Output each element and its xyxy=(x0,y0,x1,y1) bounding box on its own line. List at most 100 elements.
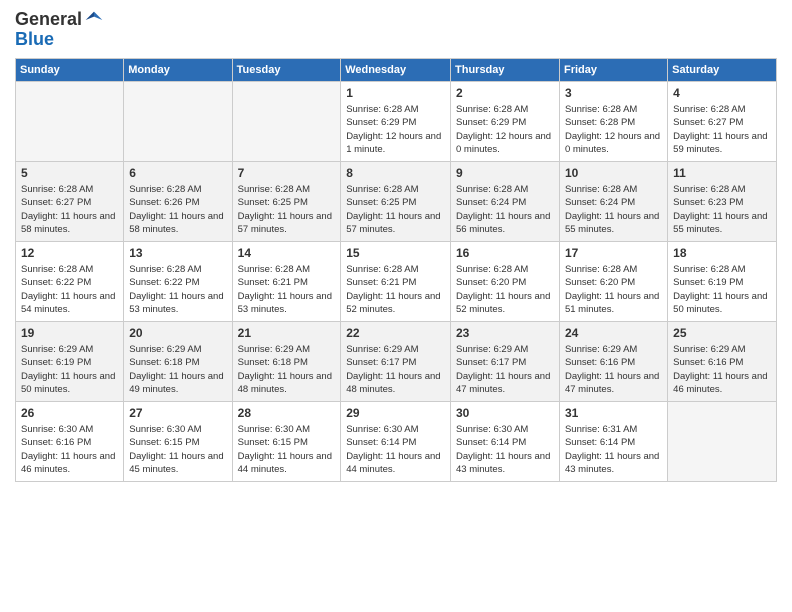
calendar-day-cell: 17 Sunrise: 6:28 AMSunset: 6:20 PMDayligh… xyxy=(559,242,667,322)
day-info: Sunrise: 6:30 AMSunset: 6:15 PMDaylight:… xyxy=(238,423,336,476)
day-info: Sunrise: 6:29 AMSunset: 6:19 PMDaylight:… xyxy=(21,343,118,396)
day-number: 13 xyxy=(129,246,226,260)
day-of-week-header: Wednesday xyxy=(341,59,451,82)
day-number: 25 xyxy=(673,326,771,340)
day-number: 15 xyxy=(346,246,445,260)
calendar-day-cell: 7 Sunrise: 6:28 AMSunset: 6:25 PMDaylight… xyxy=(232,162,341,242)
calendar-day-cell: 15 Sunrise: 6:28 AMSunset: 6:21 PMDayligh… xyxy=(341,242,451,322)
calendar-week-row: 1 Sunrise: 6:28 AMSunset: 6:29 PMDaylight… xyxy=(16,82,777,162)
calendar-day-cell: 19 Sunrise: 6:29 AMSunset: 6:19 PMDayligh… xyxy=(16,322,124,402)
logo-general: General xyxy=(15,10,82,30)
day-info: Sunrise: 6:30 AMSunset: 6:14 PMDaylight:… xyxy=(346,423,445,476)
calendar-week-row: 19 Sunrise: 6:29 AMSunset: 6:19 PMDayligh… xyxy=(16,322,777,402)
day-info: Sunrise: 6:28 AMSunset: 6:25 PMDaylight:… xyxy=(238,183,336,236)
day-of-week-header: Friday xyxy=(559,59,667,82)
day-number: 1 xyxy=(346,86,445,100)
calendar-day-cell: 6 Sunrise: 6:28 AMSunset: 6:26 PMDaylight… xyxy=(124,162,232,242)
calendar-day-cell: 4 Sunrise: 6:28 AMSunset: 6:27 PMDaylight… xyxy=(668,82,777,162)
calendar-day-cell: 8 Sunrise: 6:28 AMSunset: 6:25 PMDaylight… xyxy=(341,162,451,242)
calendar-day-cell: 23Sunrise: 6:29 AMSunset: 6:17 PMDayligh… xyxy=(451,322,560,402)
day-info: Sunrise: 6:29 AMSunset: 6:16 PMDaylight:… xyxy=(565,343,662,396)
day-info: Sunrise: 6:28 AMSunset: 6:24 PMDaylight:… xyxy=(565,183,662,236)
day-number: 19 xyxy=(21,326,118,340)
page-container: General Blue SundayMondayTuesdayWednesda… xyxy=(0,0,792,492)
calendar-day-cell: 22 Sunrise: 6:29 AMSunset: 6:17 PMDayligh… xyxy=(341,322,451,402)
day-number: 12 xyxy=(21,246,118,260)
day-number: 4 xyxy=(673,86,771,100)
calendar-day-cell: 9 Sunrise: 6:28 AMSunset: 6:24 PMDaylight… xyxy=(451,162,560,242)
day-number: 24 xyxy=(565,326,662,340)
calendar-day-cell xyxy=(16,82,124,162)
day-number: 17 xyxy=(565,246,662,260)
day-number: 27 xyxy=(129,406,226,420)
calendar-day-cell: 10 Sunrise: 6:28 AMSunset: 6:24 PMDayligh… xyxy=(559,162,667,242)
calendar-day-cell: 14 Sunrise: 6:28 AMSunset: 6:21 PMDayligh… xyxy=(232,242,341,322)
day-info: Sunrise: 6:28 AMSunset: 6:28 PMDaylight:… xyxy=(565,103,662,156)
calendar-week-row: 5Sunrise: 6:28 AMSunset: 6:27 PMDaylight… xyxy=(16,162,777,242)
calendar-day-cell: 18 Sunrise: 6:28 AMSunset: 6:19 PMDayligh… xyxy=(668,242,777,322)
calendar-day-cell: 5Sunrise: 6:28 AMSunset: 6:27 PMDaylight… xyxy=(16,162,124,242)
calendar-day-cell: 21 Sunrise: 6:29 AMSunset: 6:18 PMDayligh… xyxy=(232,322,341,402)
day-number: 26 xyxy=(21,406,118,420)
day-number: 29 xyxy=(346,406,445,420)
day-info: Sunrise: 6:28 AMSunset: 6:26 PMDaylight:… xyxy=(129,183,226,236)
day-number: 28 xyxy=(238,406,336,420)
day-info: Sunrise: 6:28 AMSunset: 6:24 PMDaylight:… xyxy=(456,183,554,236)
day-info: Sunrise: 6:30 AMSunset: 6:16 PMDaylight:… xyxy=(21,423,118,476)
day-number: 7 xyxy=(238,166,336,180)
calendar-week-row: 12 Sunrise: 6:28 AMSunset: 6:22 PMDayligh… xyxy=(16,242,777,322)
day-number: 31 xyxy=(565,406,662,420)
day-info: Sunrise: 6:28 AMSunset: 6:20 PMDaylight:… xyxy=(456,263,554,316)
day-number: 5 xyxy=(21,166,118,180)
calendar-day-cell: 25Sunrise: 6:29 AMSunset: 6:16 PMDayligh… xyxy=(668,322,777,402)
day-info: Sunrise: 6:28 AMSunset: 6:27 PMDaylight:… xyxy=(673,103,771,156)
day-number: 9 xyxy=(456,166,554,180)
day-info: Sunrise: 6:29 AMSunset: 6:18 PMDaylight:… xyxy=(238,343,336,396)
logo-blue: Blue xyxy=(15,29,54,49)
calendar-header-row: SundayMondayTuesdayWednesdayThursdayFrid… xyxy=(16,59,777,82)
day-number: 6 xyxy=(129,166,226,180)
day-number: 2 xyxy=(456,86,554,100)
calendar-day-cell: 31 Sunrise: 6:31 AMSunset: 6:14 PMDayligh… xyxy=(559,402,667,482)
day-info: Sunrise: 6:28 AMSunset: 6:22 PMDaylight:… xyxy=(129,263,226,316)
day-of-week-header: Thursday xyxy=(451,59,560,82)
day-number: 18 xyxy=(673,246,771,260)
calendar-day-cell xyxy=(232,82,341,162)
calendar-day-cell: 24 Sunrise: 6:29 AMSunset: 6:16 PMDayligh… xyxy=(559,322,667,402)
day-info: Sunrise: 6:28 AMSunset: 6:21 PMDaylight:… xyxy=(346,263,445,316)
calendar: SundayMondayTuesdayWednesdayThursdayFrid… xyxy=(15,58,777,482)
calendar-day-cell: 27 Sunrise: 6:30 AMSunset: 6:15 PMDayligh… xyxy=(124,402,232,482)
calendar-day-cell: 2 Sunrise: 6:28 AMSunset: 6:29 PMDaylight… xyxy=(451,82,560,162)
calendar-day-cell xyxy=(124,82,232,162)
day-number: 8 xyxy=(346,166,445,180)
day-number: 16 xyxy=(456,246,554,260)
day-of-week-header: Tuesday xyxy=(232,59,341,82)
calendar-day-cell: 30Sunrise: 6:30 AMSunset: 6:14 PMDayligh… xyxy=(451,402,560,482)
day-info: Sunrise: 6:28 AMSunset: 6:19 PMDaylight:… xyxy=(673,263,771,316)
calendar-day-cell: 11Sunrise: 6:28 AMSunset: 6:23 PMDayligh… xyxy=(668,162,777,242)
calendar-day-cell: 28 Sunrise: 6:30 AMSunset: 6:15 PMDayligh… xyxy=(232,402,341,482)
day-info: Sunrise: 6:29 AMSunset: 6:17 PMDaylight:… xyxy=(456,343,554,396)
day-info: Sunrise: 6:29 AMSunset: 6:17 PMDaylight:… xyxy=(346,343,445,396)
logo: General Blue xyxy=(15,10,104,50)
day-of-week-header: Sunday xyxy=(16,59,124,82)
day-info: Sunrise: 6:28 AMSunset: 6:29 PMDaylight:… xyxy=(456,103,554,156)
day-info: Sunrise: 6:28 AMSunset: 6:21 PMDaylight:… xyxy=(238,263,336,316)
calendar-day-cell: 20Sunrise: 6:29 AMSunset: 6:18 PMDayligh… xyxy=(124,322,232,402)
day-number: 14 xyxy=(238,246,336,260)
day-info: Sunrise: 6:30 AMSunset: 6:15 PMDaylight:… xyxy=(129,423,226,476)
calendar-week-row: 26 Sunrise: 6:30 AMSunset: 6:16 PMDayligh… xyxy=(16,402,777,482)
calendar-day-cell: 29 Sunrise: 6:30 AMSunset: 6:14 PMDayligh… xyxy=(341,402,451,482)
day-info: Sunrise: 6:28 AMSunset: 6:29 PMDaylight:… xyxy=(346,103,445,156)
calendar-day-cell: 16 Sunrise: 6:28 AMSunset: 6:20 PMDayligh… xyxy=(451,242,560,322)
day-number: 21 xyxy=(238,326,336,340)
day-info: Sunrise: 6:31 AMSunset: 6:14 PMDaylight:… xyxy=(565,423,662,476)
day-info: Sunrise: 6:28 AMSunset: 6:25 PMDaylight:… xyxy=(346,183,445,236)
day-number: 22 xyxy=(346,326,445,340)
day-info: Sunrise: 6:28 AMSunset: 6:20 PMDaylight:… xyxy=(565,263,662,316)
calendar-day-cell: 13 Sunrise: 6:28 AMSunset: 6:22 PMDayligh… xyxy=(124,242,232,322)
day-number: 10 xyxy=(565,166,662,180)
day-of-week-header: Monday xyxy=(124,59,232,82)
calendar-day-cell: 1 Sunrise: 6:28 AMSunset: 6:29 PMDaylight… xyxy=(341,82,451,162)
day-number: 3 xyxy=(565,86,662,100)
